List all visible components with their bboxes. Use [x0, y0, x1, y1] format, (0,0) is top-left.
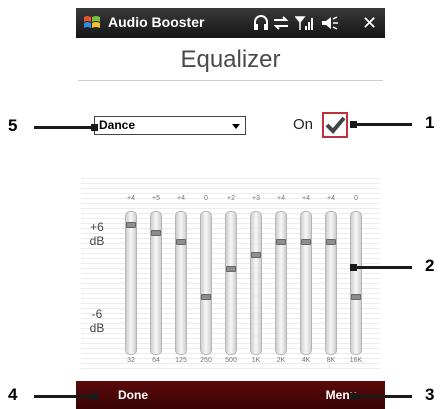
band-slider-track[interactable] [275, 211, 287, 355]
band-slider-knob[interactable] [351, 293, 361, 300]
band-slider-track[interactable] [350, 211, 362, 355]
band-frequency-label: 125 [175, 357, 187, 364]
sync-icon[interactable] [273, 11, 289, 35]
equalizer-on-checkbox[interactable] [322, 112, 348, 138]
band-slider-knob[interactable] [326, 238, 336, 245]
callout-line [356, 123, 412, 126]
band-slider-track[interactable] [125, 211, 137, 355]
band-slider-track[interactable] [175, 211, 187, 355]
eq-band: 0 16K [345, 177, 367, 373]
callout-number: 2 [425, 256, 435, 275]
volume-icon[interactable] [320, 11, 340, 35]
band-gain-label: +4 [327, 195, 335, 202]
eq-band: +4 125 [170, 177, 192, 373]
start-menu-icon[interactable] [82, 13, 102, 33]
eq-band: +5 64 [145, 177, 167, 373]
band-gain-label: +4 [277, 195, 285, 202]
band-frequency-label: 500 [225, 357, 237, 364]
callout-line [356, 266, 412, 269]
page-title: Equalizer [180, 46, 281, 73]
eq-band: 0 250 [195, 177, 217, 373]
band-slider-knob[interactable] [176, 238, 186, 245]
callout-number: 4 [8, 385, 18, 404]
db-min-label: -6 dB [87, 307, 107, 335]
band-frequency-label: 8K [326, 357, 336, 364]
band-gain-label: +4 [127, 195, 135, 202]
checkmark-icon [325, 116, 346, 134]
band-slider-knob[interactable] [301, 238, 311, 245]
callout-dot [91, 393, 98, 400]
eq-band: +2 500 [220, 177, 242, 373]
preset-selected-value: Dance [99, 118, 136, 132]
band-slider-knob[interactable] [126, 222, 136, 228]
eq-band: +4 4K [295, 177, 317, 373]
band-slider-track[interactable] [250, 211, 262, 355]
eq-band: +4 8K [320, 177, 342, 373]
signal-icon[interactable] [294, 11, 313, 35]
db-max-value: +6 [90, 220, 104, 234]
close-button[interactable]: ✕ [362, 11, 377, 35]
band-slider-knob[interactable] [226, 266, 236, 273]
softkey-bar: Done Menu [76, 381, 385, 409]
app-title: Audio Booster [108, 14, 205, 30]
divider [78, 80, 383, 81]
title-bar: Audio Booster ✕ [76, 8, 385, 38]
callout-line [34, 126, 92, 129]
callout-dot [91, 124, 98, 131]
band-slider-track[interactable] [325, 211, 337, 355]
callout-number: 1 [425, 113, 435, 132]
callout-number: 3 [425, 385, 435, 404]
headset-icon[interactable] [253, 11, 269, 35]
band-slider-track[interactable] [300, 211, 312, 355]
callout-number: 5 [8, 116, 18, 135]
callout-line [34, 395, 92, 398]
band-gain-label: +3 [252, 195, 260, 202]
band-slider-knob[interactable] [151, 230, 161, 237]
on-label: On [293, 116, 314, 133]
callout-line [356, 395, 412, 398]
db-min-value: -6 [91, 307, 103, 321]
band-gain-label: 0 [204, 195, 208, 202]
band-slider-knob[interactable] [201, 293, 211, 300]
preset-dropdown[interactable]: Dance [94, 116, 246, 135]
band-gain-label: +5 [152, 195, 160, 202]
band-gain-label: 0 [354, 195, 358, 202]
band-frequency-label: 1K [251, 357, 261, 364]
band-slider-knob[interactable] [276, 238, 286, 245]
db-max-label: +6 dB [87, 220, 107, 248]
chevron-down-icon [232, 124, 240, 129]
band-gain-label: +2 [227, 195, 235, 202]
done-button[interactable]: Done [118, 388, 148, 402]
band-gain-label: +4 [177, 195, 185, 202]
db-max-unit: dB [89, 234, 105, 248]
band-slider-knob[interactable] [251, 252, 261, 259]
band-slider-track[interactable] [225, 211, 237, 355]
band-frequency-label: 64 [152, 357, 160, 364]
db-min-unit: dB [89, 321, 105, 335]
band-frequency-label: 250 [200, 357, 212, 364]
eq-band: +4 2K [270, 177, 292, 373]
band-gain-label: +4 [302, 195, 310, 202]
eq-band: +4 32 [120, 177, 142, 373]
band-frequency-label: 4K [301, 357, 311, 364]
band-frequency-label: 2K [276, 357, 286, 364]
band-frequency-label: 16K [349, 357, 363, 364]
equalizer-panel: +6 dB -6 dB +4 32 +5 64 +4 125 0 250 +2 500 +3 1K +4… [81, 177, 380, 373]
band-slider-track[interactable] [200, 211, 212, 355]
eq-band: +3 1K [245, 177, 267, 373]
band-frequency-label: 32 [127, 357, 135, 364]
device-screen: Audio Booster ✕ Equalizer Dance On +6 dB [76, 0, 385, 409]
